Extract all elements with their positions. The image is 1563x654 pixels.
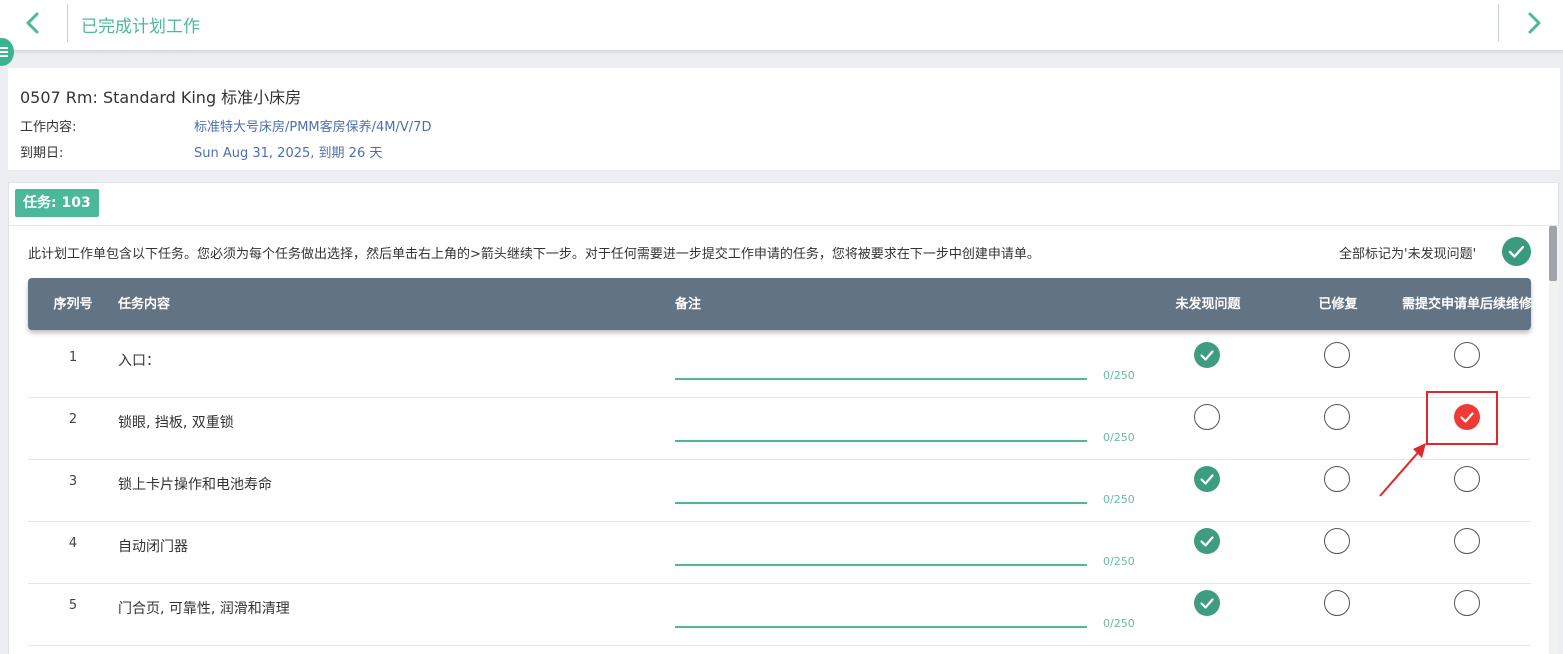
check-icon [1508, 245, 1525, 258]
work-order-info-card: 0507 Rm: Standard King 标准小床房 工作内容: 标准特大号… [8, 68, 1560, 170]
row-number: 4 [68, 536, 78, 551]
note-char-count: 0/250 [1103, 555, 1135, 568]
column-header-task: 任务内容 [118, 296, 171, 312]
task-name: 锁眼, 挡板, 双重锁 [118, 415, 234, 431]
row-number: 5 [68, 598, 78, 613]
not-found-radio[interactable] [1194, 342, 1220, 368]
work-content-label: 工作内容: [20, 120, 77, 135]
scrollbar-thumb[interactable] [1549, 226, 1557, 281]
note-input[interactable] [675, 502, 1087, 504]
task-name: 入口： [118, 353, 160, 369]
column-header-repaired: 已修复 [1318, 296, 1358, 312]
scrollbar-track[interactable] [1549, 226, 1559, 654]
room-title: 0507 Rm: Standard King 标准小床房 [20, 88, 302, 107]
table-row: 2 锁眼, 挡板, 双重锁 0/250 [28, 398, 1531, 460]
divider [1498, 4, 1499, 42]
column-header-note: 备注 [674, 296, 701, 312]
chevron-left-icon[interactable] [18, 8, 48, 38]
not-found-radio[interactable] [1194, 466, 1220, 492]
table-row: 4 自动闭门器 0/250 [28, 522, 1531, 584]
annotation-highlight-box [1426, 391, 1498, 445]
table-header: 序列号 任务内容 备注 未发现问题 已修复 需提交申请单后续维修 [28, 278, 1533, 330]
repaired-radio[interactable] [1324, 466, 1350, 492]
note-input[interactable] [675, 564, 1087, 566]
request-radio[interactable] [1454, 590, 1480, 616]
repaired-radio[interactable] [1324, 528, 1350, 554]
request-radio[interactable] [1454, 528, 1480, 554]
divider [67, 4, 68, 42]
repaired-radio[interactable] [1324, 404, 1350, 430]
not-found-radio[interactable] [1194, 528, 1220, 554]
mark-all-not-found-button[interactable] [1502, 237, 1531, 266]
due-date-label: 到期日: [20, 146, 64, 161]
column-header-request: 需提交申请单后续维修 [1402, 296, 1533, 312]
instructions-text: 此计划工作单包含以下任务。您必须为每个任务做出选择，然后单击右上角的>箭头继续下… [28, 247, 1040, 262]
chevron-right-icon[interactable] [1519, 8, 1549, 38]
page-title: 已完成计划工作 [81, 17, 200, 37]
note-char-count: 0/250 [1103, 369, 1135, 382]
work-content-value: 标准特大号床房/PMM客房保养/4M/V/7D [194, 120, 432, 135]
table-row: 1 入口： 0/250 [28, 336, 1531, 398]
annotation-arrow-icon [1379, 443, 1426, 497]
not-found-radio[interactable] [1194, 590, 1220, 616]
task-count-badge: 任务: 103 [15, 189, 99, 217]
divider [9, 225, 1558, 226]
task-name: 锁上卡片操作和电池寿命 [118, 477, 272, 493]
note-char-count: 0/250 [1103, 431, 1135, 444]
task-name: 门合页, 可靠性, 润滑和清理 [118, 601, 290, 617]
table-row: 3 锁上卡片操作和电池寿命 0/250 [28, 460, 1531, 522]
repaired-radio[interactable] [1324, 590, 1350, 616]
task-name: 自动闭门器 [118, 539, 188, 555]
note-input[interactable] [675, 440, 1087, 442]
request-radio[interactable] [1454, 466, 1480, 492]
row-number: 3 [68, 474, 78, 489]
row-number: 2 [68, 412, 78, 427]
row-number: 1 [68, 350, 78, 365]
repaired-radio[interactable] [1324, 342, 1350, 368]
column-header-not-found: 未发现问题 [1175, 296, 1241, 312]
mark-all-label: 全部标记为'未发现问题' [1339, 247, 1477, 262]
table-row: 5 门合页, 可靠性, 润滑和清理 0/250 [28, 584, 1531, 646]
task-panel: 任务: 103 此计划工作单包含以下任务。您必须为每个任务做出选择，然后单击右上… [8, 182, 1559, 654]
note-char-count: 0/250 [1103, 617, 1135, 630]
top-bar: 已完成计划工作 [0, 0, 1563, 50]
column-header-no: 序列号 [53, 296, 93, 312]
note-char-count: 0/250 [1103, 493, 1135, 506]
note-input[interactable] [675, 626, 1087, 628]
request-radio[interactable] [1454, 342, 1480, 368]
not-found-radio[interactable] [1194, 404, 1220, 430]
note-input[interactable] [675, 378, 1087, 380]
due-date-value: Sun Aug 31, 2025, 到期 26 天 [194, 146, 383, 161]
